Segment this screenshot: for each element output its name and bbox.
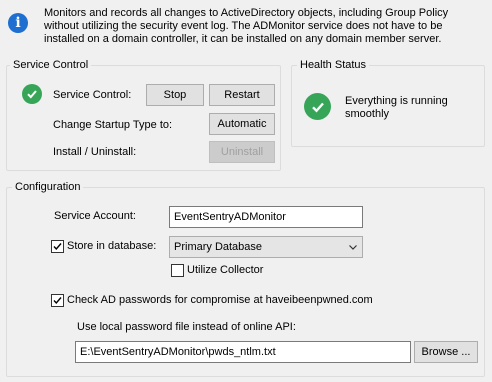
check-ad-passwords-checkbox[interactable] <box>51 294 64 307</box>
service-control-label: Service Control: <box>53 89 132 101</box>
info-icon: i <box>8 13 28 33</box>
description-text: Monitors and records all changes to Acti… <box>44 7 449 45</box>
health-status-text: Everything is running smoothly <box>345 95 448 120</box>
utilize-collector-checkbox[interactable] <box>171 264 184 277</box>
configuration-title: Configuration <box>12 181 84 193</box>
chevron-down-icon <box>349 245 357 250</box>
database-selected-value: Primary Database <box>174 241 263 253</box>
uninstall-button[interactable]: Uninstall <box>209 141 275 163</box>
startup-type-label: Change Startup Type to: <box>53 119 173 131</box>
local-password-file-label: Use local password file instead of onlin… <box>77 321 296 333</box>
restart-button[interactable]: Restart <box>209 84 275 106</box>
utilize-collector-label: Utilize Collector <box>187 264 264 276</box>
store-in-database-label: Store in database: <box>67 240 157 252</box>
health-check-circle-icon <box>304 93 331 120</box>
service-control-title: Service Control <box>10 59 92 71</box>
check-ad-passwords-label: Check AD passwords for compromise at hav… <box>67 294 373 306</box>
store-in-database-checkbox[interactable] <box>51 240 64 253</box>
install-uninstall-label: Install / Uninstall: <box>53 146 137 158</box>
service-account-field[interactable]: EventSentryADMonitor <box>169 206 363 228</box>
local-password-file-field[interactable]: E:\EventSentryADMonitor\pwds_ntlm.txt <box>75 341 411 363</box>
automatic-button[interactable]: Automatic <box>209 113 275 135</box>
check-circle-icon <box>22 84 42 104</box>
service-account-label: Service Account: <box>54 210 136 222</box>
browse-button[interactable]: Browse ... <box>414 341 478 363</box>
health-status-title: Health Status <box>297 59 370 71</box>
database-select[interactable]: Primary Database <box>169 236 363 258</box>
stop-button[interactable]: Stop <box>146 84 204 106</box>
